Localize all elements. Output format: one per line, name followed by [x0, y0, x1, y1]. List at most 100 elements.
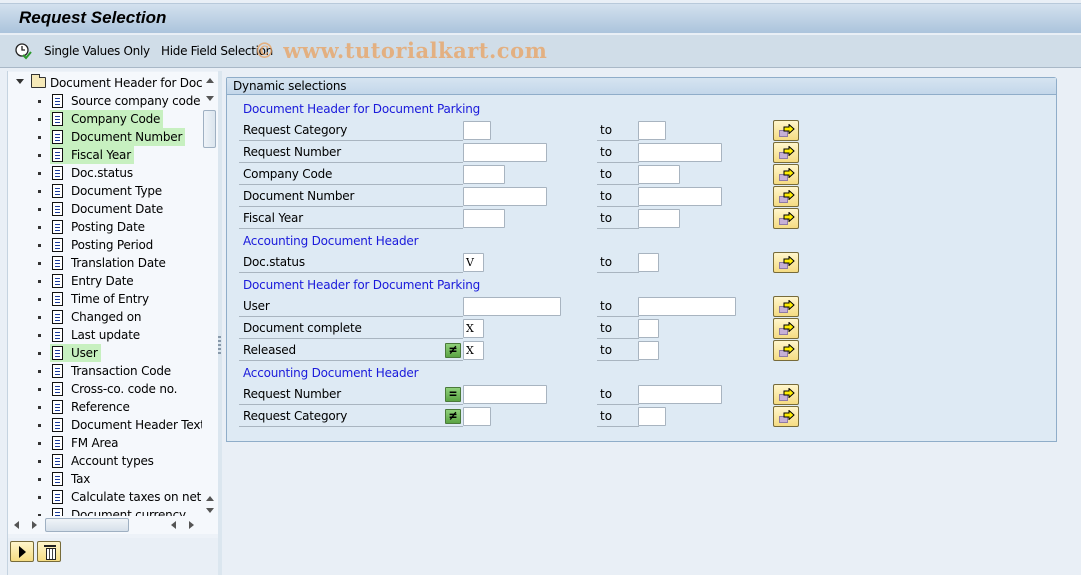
- scroll-up-icon[interactable]: [206, 496, 214, 501]
- document-icon: [52, 400, 63, 414]
- tree-item[interactable]: Document Date: [8, 200, 208, 218]
- tree-item-label: Document Number: [68, 128, 186, 146]
- low-value-input[interactable]: [463, 187, 547, 206]
- tree-item[interactable]: Fiscal Year: [8, 146, 208, 164]
- scroll-right-icon[interactable]: [189, 521, 194, 529]
- tree-item[interactable]: Calculate taxes on net a: [8, 488, 212, 506]
- tree-item[interactable]: Account types: [8, 452, 208, 470]
- multiple-selection-button[interactable]: [773, 142, 799, 163]
- selection-field-row: Fiscal Year to: [227, 207, 1047, 229]
- bullet-icon: [38, 208, 41, 211]
- multiple-selection-button[interactable]: [773, 384, 799, 405]
- low-value-input[interactable]: [463, 165, 505, 184]
- tree-item-label: Posting Period: [71, 238, 154, 252]
- tree-item-label: Changed on: [71, 310, 142, 324]
- low-value-input[interactable]: [463, 407, 491, 426]
- tree-item[interactable]: Source company code: [8, 92, 208, 110]
- document-icon: [52, 382, 63, 396]
- multiple-selection-button[interactable]: [773, 208, 799, 229]
- high-value-input[interactable]: [638, 165, 680, 184]
- tree-item[interactable]: Document Type: [8, 182, 208, 200]
- bullet-icon: [38, 496, 41, 499]
- bullet-icon: [38, 388, 41, 391]
- document-icon: [52, 472, 63, 486]
- clock-check-icon[interactable]: [14, 42, 32, 60]
- scroll-thumb[interactable]: [203, 110, 216, 148]
- multiple-selection-button[interactable]: [773, 340, 799, 361]
- tree-horizontal-scrollbar[interactable]: [8, 516, 218, 534]
- delete-selection-button[interactable]: [37, 541, 61, 562]
- high-value-input[interactable]: [638, 319, 659, 338]
- apply-selection-button[interactable]: [10, 541, 34, 562]
- scroll-right-icon[interactable]: [32, 521, 37, 529]
- tree-item[interactable]: Cross-co. code no.: [8, 380, 208, 398]
- tree-item-label: Document Type: [71, 184, 162, 198]
- tree-item[interactable]: Transaction Code: [8, 362, 208, 380]
- tree-item[interactable]: Document Header Text: [8, 416, 208, 434]
- folder-icon: [31, 74, 46, 88]
- low-value-input[interactable]: X: [463, 341, 484, 360]
- high-value-input[interactable]: [638, 253, 659, 272]
- equals-option-icon[interactable]: =: [445, 387, 461, 402]
- low-value-input[interactable]: V: [463, 253, 484, 272]
- bullet-icon: [38, 406, 41, 409]
- scroll-down-icon[interactable]: [206, 96, 214, 101]
- tree-item[interactable]: Last update: [8, 326, 208, 344]
- tree-item[interactable]: Changed on: [8, 308, 208, 326]
- low-value-input[interactable]: X: [463, 319, 484, 338]
- tree-item[interactable]: Reference: [8, 398, 208, 416]
- tree-item[interactable]: Time of Entry: [8, 290, 208, 308]
- tree-item[interactable]: Translation Date: [8, 254, 208, 272]
- selection-field-row: Document Number to: [227, 185, 1047, 207]
- scroll-left-icon[interactable]: [14, 521, 19, 529]
- tree-item[interactable]: Doc.status: [8, 164, 208, 182]
- tree-item[interactable]: Entry Date: [8, 272, 208, 290]
- not-equal-option-icon[interactable]: ≠: [445, 409, 461, 424]
- document-icon: [52, 220, 63, 234]
- single-values-only-button[interactable]: Single Values Only: [44, 42, 150, 60]
- high-value-input[interactable]: [638, 297, 736, 316]
- multiple-selection-button[interactable]: [773, 406, 799, 427]
- tree-item[interactable]: FM Area: [8, 434, 208, 452]
- bullet-icon: [38, 172, 41, 175]
- not-equal-option-icon[interactable]: ≠: [445, 343, 461, 358]
- low-value-input[interactable]: [463, 121, 491, 140]
- multiple-selection-button[interactable]: [773, 120, 799, 141]
- high-value-input[interactable]: [638, 407, 666, 426]
- multiple-selection-button[interactable]: [773, 252, 799, 273]
- tree-vertical-scrollbar[interactable]: [202, 72, 218, 516]
- high-value-input[interactable]: [638, 121, 666, 140]
- tree-item[interactable]: Tax: [8, 470, 208, 488]
- dynamic-selections-box: Dynamic selections Document Header for D…: [226, 77, 1057, 442]
- bullet-icon: [38, 226, 41, 229]
- low-value-input[interactable]: [463, 209, 505, 228]
- arrow-right-icon: [783, 300, 795, 310]
- scroll-up-icon[interactable]: [206, 78, 214, 83]
- tree-item[interactable]: Posting Date: [8, 218, 208, 236]
- tree-item[interactable]: Document Number: [8, 128, 208, 146]
- document-icon: [52, 454, 63, 468]
- scroll-down-icon[interactable]: [206, 508, 214, 513]
- scroll-left-icon[interactable]: [171, 521, 176, 529]
- tree-item[interactable]: User: [8, 344, 208, 362]
- multiple-selection-button[interactable]: [773, 186, 799, 207]
- field-label: User: [239, 297, 463, 317]
- high-value-input[interactable]: [638, 187, 722, 206]
- high-value-input[interactable]: [638, 385, 722, 404]
- low-value-input[interactable]: [463, 297, 561, 316]
- multiple-selection-button[interactable]: [773, 318, 799, 339]
- low-value-input[interactable]: [463, 143, 547, 162]
- high-value-input[interactable]: [638, 341, 659, 360]
- tree-root[interactable]: Document Header for Docu: [8, 74, 210, 92]
- high-value-input[interactable]: [638, 143, 722, 162]
- high-value-input[interactable]: [638, 209, 680, 228]
- splitter-grip-icon[interactable]: [218, 336, 221, 354]
- multiple-selection-button[interactable]: [773, 164, 799, 185]
- multiple-selection-button[interactable]: [773, 296, 799, 317]
- scroll-thumb[interactable]: [45, 518, 129, 532]
- tree-item[interactable]: Posting Period: [8, 236, 208, 254]
- expand-arrow-icon[interactable]: [16, 79, 24, 84]
- low-value-input[interactable]: [463, 385, 547, 404]
- bullet-icon: [38, 460, 41, 463]
- tree-item[interactable]: Company Code: [8, 110, 208, 128]
